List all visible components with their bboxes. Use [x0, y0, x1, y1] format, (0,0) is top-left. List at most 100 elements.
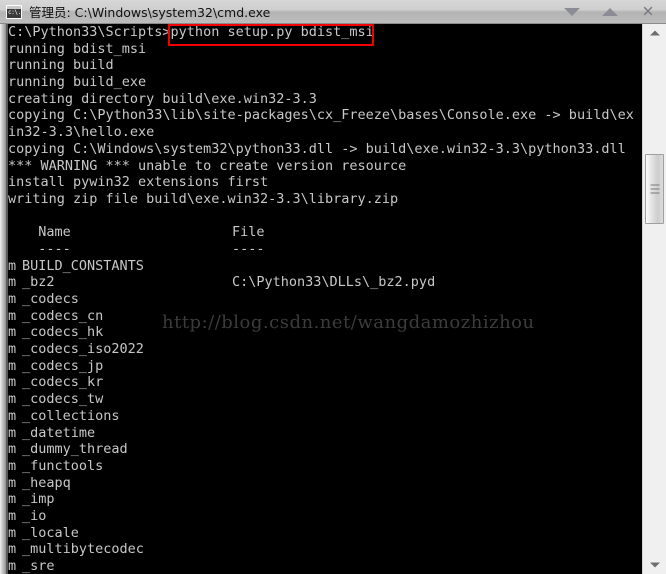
- module-flag: m: [8, 374, 17, 391]
- module-file: [232, 491, 642, 508]
- module-flag: [8, 224, 22, 241]
- console-line: creating directory build\exe.win32-3.3: [8, 90, 317, 107]
- module-flag: m: [8, 391, 17, 408]
- module-name: _io: [22, 507, 47, 524]
- module-file: C:\Python33\DLLs\_bz2.pyd: [232, 274, 436, 291]
- module-table-row: m _codecs_kr: [8, 374, 642, 391]
- module-flag: m: [8, 341, 17, 358]
- module-table-separator: ---- ----: [8, 241, 642, 258]
- module-name: _collections: [22, 407, 120, 424]
- module-table-row: m _imp: [8, 491, 642, 508]
- watermark-text: http://blog.csdn.net/wangdamozhizhou: [162, 312, 535, 333]
- module-file: [232, 458, 642, 475]
- module-table-header: Name File: [8, 224, 642, 241]
- console-line: *** WARNING *** unable to create version…: [8, 157, 407, 174]
- module-name: _functools: [22, 457, 104, 474]
- title-bar[interactable]: 管理员: C:\Windows\system32\cmd.exe ✕: [0, 0, 666, 24]
- console-line: copying C:\Python33\lib\site-packages\cx…: [8, 107, 659, 124]
- module-table-row: m _codecs_tw: [8, 391, 642, 408]
- module-table-row: m _bz2 C:\Python33\DLLs\_bz2.pyd: [8, 274, 642, 291]
- module-name: _codecs: [22, 291, 79, 307]
- module-file: [232, 391, 642, 408]
- module-flag: m: [8, 291, 17, 307]
- module-flag: m: [8, 541, 17, 558]
- module-file: ----: [232, 240, 265, 257]
- module-flag: m: [8, 457, 17, 474]
- module-file: [232, 358, 642, 375]
- module-name: _bz2: [22, 274, 55, 291]
- module-file: [232, 291, 642, 308]
- module-file: [232, 258, 642, 275]
- scrollbar-thumb[interactable]: [645, 154, 664, 224]
- module-file: [232, 374, 642, 391]
- module-file: [232, 341, 642, 358]
- console-line: copying C:\Windows\system32\python33.dll…: [8, 140, 626, 157]
- module-flag: m: [8, 274, 17, 291]
- module-flag: [8, 241, 22, 258]
- module-flag: m: [8, 424, 17, 441]
- module-name: _imp: [22, 491, 55, 508]
- module-name: BUILD_CONSTANTS: [22, 257, 144, 274]
- module-table-row: m _heapq: [8, 475, 642, 492]
- window-title: 管理员: C:\Windows\system32\cmd.exe: [29, 5, 271, 20]
- module-file: File: [232, 224, 265, 241]
- module-file: [232, 558, 642, 574]
- module-flag: m: [8, 324, 17, 341]
- console-line: C:\Python33\Scripts>python setup.py bdis…: [8, 24, 374, 40]
- module-flag: m: [8, 257, 17, 274]
- module-name: _multibytecodec: [22, 541, 144, 558]
- console-line: in32-3.3\hello.exe: [8, 124, 155, 141]
- console-line: running build: [8, 57, 114, 74]
- module-file: [232, 425, 642, 442]
- module-table-row: m _codecs_jp: [8, 358, 642, 375]
- module-table-row: m _multibytecodec: [8, 541, 642, 558]
- console-line: running bdist_msi: [8, 40, 147, 57]
- module-flag: m: [8, 441, 17, 458]
- console-text: C:\Python33\Scripts>python setup.py bdis…: [8, 24, 659, 574]
- console-line: install pywin32 extensions first: [8, 174, 269, 191]
- minimize-icon[interactable]: [562, 3, 582, 21]
- module-file: [232, 525, 642, 542]
- title-bar-left: 管理员: C:\Windows\system32\cmd.exe: [0, 2, 562, 21]
- vertical-scrollbar[interactable]: [642, 24, 666, 574]
- console-right-margin: [634, 24, 642, 574]
- module-table-row: m _datetime: [8, 425, 642, 442]
- module-table-row: m BUILD_CONSTANTS: [8, 258, 642, 275]
- module-name: _datetime: [22, 424, 96, 441]
- module-table-row: m _codecs_iso2022: [8, 341, 642, 358]
- module-name: _heapq: [22, 474, 71, 491]
- module-table-row: m _dummy_thread: [8, 441, 642, 458]
- module-file: [232, 541, 642, 558]
- module-file: [232, 441, 642, 458]
- module-flag: m: [8, 474, 17, 491]
- module-name: ----: [22, 240, 71, 257]
- scrollbar-grip-icon: [650, 184, 659, 194]
- cmd-console-icon: [6, 4, 22, 19]
- module-table-row: m _sre: [8, 558, 642, 574]
- module-table-row: m _collections: [8, 408, 642, 425]
- module-flag: m: [8, 491, 17, 508]
- module-name: _codecs_jp: [22, 357, 104, 374]
- module-name: _locale: [22, 524, 79, 541]
- module-table-row: m _codecs: [8, 291, 642, 308]
- module-name: _dummy_thread: [22, 441, 128, 458]
- module-flag: m: [8, 507, 17, 524]
- module-table-row: m _io: [8, 508, 642, 525]
- module-flag: m: [8, 558, 17, 574]
- module-name: _codecs_iso2022: [22, 341, 144, 358]
- scroll-up-arrow-icon[interactable]: [643, 24, 666, 42]
- module-table-row: m _functools: [8, 458, 642, 475]
- module-name: Name: [22, 224, 71, 241]
- console-line: writing zip file build\exe.win32-3.3\lib…: [8, 190, 399, 207]
- module-flag: m: [8, 307, 17, 324]
- maximize-icon[interactable]: [600, 3, 620, 21]
- console-output-area[interactable]: C:\Python33\Scripts>python setup.py bdis…: [0, 24, 666, 574]
- module-flag: m: [8, 357, 17, 374]
- module-file: [232, 508, 642, 525]
- scroll-down-arrow-icon[interactable]: [643, 556, 666, 574]
- console-line: running build_exe: [8, 74, 147, 91]
- module-name: _codecs_tw: [22, 391, 104, 408]
- module-name: _sre: [22, 558, 55, 574]
- close-icon[interactable]: ✕: [638, 3, 658, 21]
